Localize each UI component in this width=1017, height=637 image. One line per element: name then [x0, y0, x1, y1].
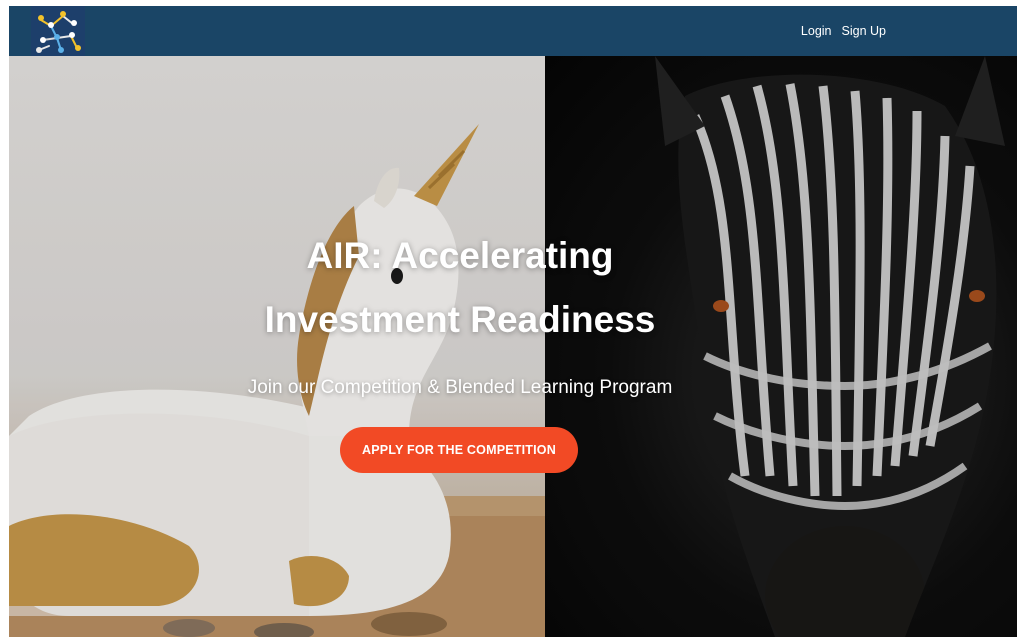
hero-subtitle: Join our Competition & Blended Learning …: [247, 377, 673, 398]
nav-links: Login Sign Up: [801, 6, 886, 56]
hero-section: AIR: Accelerating Investment Readiness J…: [9, 56, 1017, 637]
people-network-logo-icon: [31, 6, 85, 56]
top-navbar: Login Sign Up: [9, 6, 1017, 56]
login-link[interactable]: Login: [801, 24, 832, 38]
site-logo[interactable]: [31, 6, 85, 56]
apply-competition-button[interactable]: APPLY FOR THE COMPETITION: [340, 427, 578, 473]
hero-title-line-2: Investment Readiness: [264, 299, 656, 340]
hero-title-line-1: AIR: Accelerating: [306, 235, 614, 276]
page-frame: Login Sign Up AIR: Accelerating Investme…: [9, 6, 1017, 637]
signup-link[interactable]: Sign Up: [842, 24, 886, 38]
hero-title: AIR: Accelerating Investment Readiness: [9, 224, 911, 352]
hero-content: AIR: Accelerating Investment Readiness J…: [9, 56, 911, 637]
